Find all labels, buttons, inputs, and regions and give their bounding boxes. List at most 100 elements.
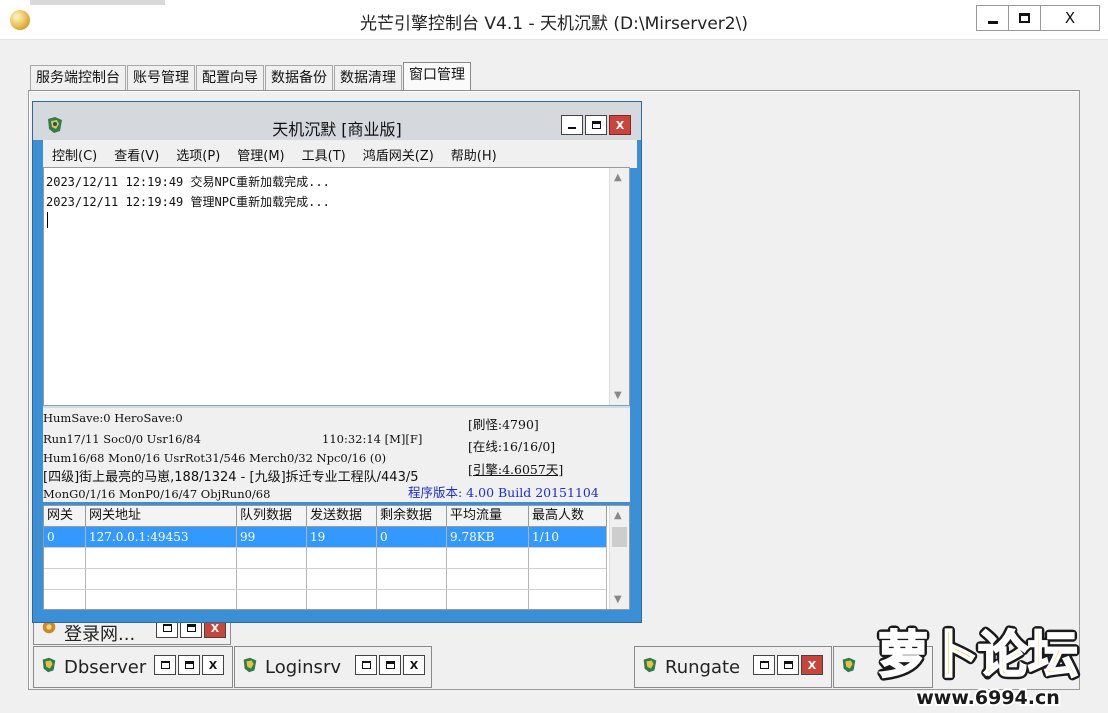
- status-engine: [引擎:4.6057天]: [468, 462, 564, 477]
- tab-server-console[interactable]: 服务端控制台: [30, 65, 126, 91]
- maximize-button[interactable]: [585, 115, 607, 135]
- close-button[interactable]: X: [801, 655, 823, 675]
- close-icon: X: [409, 658, 419, 672]
- menu-gateway[interactable]: 鸿盾网关(Z): [363, 145, 434, 164]
- watermark-logo: 萝卜论坛 萝卜论坛 www.6994.cn: [875, 623, 1082, 710]
- scroll-thumb[interactable]: [612, 527, 627, 547]
- column-header[interactable]: 队列数据: [237, 506, 307, 527]
- menu-help[interactable]: 帮助(H): [451, 145, 497, 164]
- column-header[interactable]: 发送数据: [307, 506, 377, 527]
- scroll-down-icon[interactable]: ▼: [614, 594, 622, 605]
- restore-button[interactable]: [355, 655, 377, 675]
- main-tabs: 服务端控制台 账号管理 配置向导 数据备份 数据清理 窗口管理: [30, 62, 472, 91]
- close-icon: X: [210, 621, 220, 635]
- status-humsave: HumSave:0 HeroSave:0: [43, 411, 183, 425]
- svg-text:萝卜论坛: 萝卜论坛: [878, 626, 1078, 684]
- maximize-icon: [783, 661, 793, 669]
- close-button[interactable]: X: [1041, 6, 1099, 30]
- minimize-icon: [987, 20, 998, 24]
- minimized-window-label: Loginsrv: [265, 657, 341, 678]
- maximize-icon: [591, 121, 601, 129]
- log-lines: 2023/12/11 12:19:49 交易NPC重新加载完成... 2023/…: [46, 172, 330, 212]
- top-strip: [30, 0, 165, 5]
- window-controls: X: [976, 5, 1100, 31]
- window-title-bar: 光芒引擎控制台 V4.1 - 天机沉默 (D:\Mirserver2\) X: [0, 0, 1108, 40]
- minimized-window-dbserver[interactable]: Dbserver X: [33, 646, 233, 688]
- column-header[interactable]: 最高人数: [529, 506, 607, 527]
- minimized-window-loginsrv[interactable]: Loginsrv X: [234, 646, 432, 688]
- restore-button[interactable]: [753, 655, 775, 675]
- table-cell: 0: [44, 527, 86, 548]
- table-scrollbar[interactable]: ▲ ▼: [609, 506, 629, 609]
- engine-icon: [842, 657, 856, 673]
- status-run: Run17/11 Soc0/0 Usr16/84: [43, 432, 201, 446]
- app-root: 光芒引擎控制台 V4.1 - 天机沉默 (D:\Mirserver2\) X 服…: [0, 0, 1108, 713]
- scroll-up-icon[interactable]: ▲: [614, 510, 622, 521]
- engine-window-buttons: X: [561, 115, 631, 135]
- restore-button[interactable]: [154, 655, 176, 675]
- status-time: 110:32:14 [M][F]: [322, 432, 423, 446]
- table-header: 网关 网关地址 队列数据 发送数据 剩余数据 平均流量 最高人数: [44, 506, 607, 527]
- column-header[interactable]: 网关: [44, 506, 86, 527]
- tab-account-management[interactable]: 账号管理: [127, 65, 195, 91]
- maximize-button[interactable]: [777, 655, 799, 675]
- status-mon: MonG0/1/16 MonP0/16/47 ObjRun0/68: [43, 487, 271, 501]
- minimized-window-buttons: X: [753, 655, 823, 675]
- column-header[interactable]: 网关地址: [86, 506, 237, 527]
- minimized-window-label: Rungate: [665, 657, 741, 678]
- restore-icon: [162, 624, 172, 632]
- tab-config-wizard[interactable]: 配置向导: [196, 65, 264, 91]
- log-line: 2023/12/11 12:19:49 交易NPC重新加载完成...: [46, 175, 330, 189]
- log-textarea[interactable]: 2023/12/11 12:19:49 交易NPC重新加载完成... 2023/…: [43, 167, 630, 406]
- column-header[interactable]: 平均流量: [447, 506, 529, 527]
- tab-data-backup[interactable]: 数据备份: [265, 65, 333, 91]
- minimize-button[interactable]: [977, 6, 1009, 30]
- minimized-window-buttons: X: [355, 655, 425, 675]
- scroll-up-icon[interactable]: ▲: [614, 172, 622, 183]
- close-icon: X: [615, 118, 625, 132]
- maximize-button[interactable]: [178, 655, 200, 675]
- minimize-button[interactable]: [561, 115, 583, 135]
- status-online: [在线:16/16/0]: [468, 439, 556, 454]
- svg-text:www.6994.cn: www.6994.cn: [916, 687, 1060, 709]
- close-icon: X: [208, 658, 218, 672]
- close-button[interactable]: X: [609, 115, 631, 135]
- restore-icon: [160, 661, 170, 669]
- menu-options[interactable]: 选项(P): [176, 145, 220, 164]
- minimized-window-rungate[interactable]: Rungate X: [634, 646, 832, 688]
- column-header[interactable]: 剩余数据: [377, 506, 447, 527]
- close-icon: X: [807, 658, 817, 672]
- program-version: 程序版本: 4.00 Build 20151104: [408, 485, 599, 500]
- tab-window-management[interactable]: 窗口管理: [403, 62, 471, 90]
- log-line: 2023/12/11 12:19:49 管理NPC重新加载完成...: [46, 195, 330, 209]
- text-caret: [47, 212, 48, 228]
- table-row[interactable]: 0 127.0.0.1:49453 99 19 0 9.78KB 1/10: [44, 527, 607, 548]
- table-cell: 0: [377, 527, 447, 548]
- table-cell: 99: [237, 527, 307, 548]
- maximize-button[interactable]: [379, 655, 401, 675]
- table-row-empty: [44, 590, 607, 609]
- menu-tools[interactable]: 工具(T): [302, 145, 346, 164]
- menu-manage[interactable]: 管理(M): [237, 145, 284, 164]
- table-cell: 1/10: [529, 527, 607, 548]
- gateway-table: 网关 网关地址 队列数据 发送数据 剩余数据 平均流量 最高人数 0 127.0…: [43, 505, 630, 610]
- menu-view[interactable]: 查看(V): [114, 145, 159, 164]
- close-icon: X: [1064, 9, 1076, 27]
- scroll-down-icon[interactable]: ▼: [614, 390, 622, 401]
- minimize-icon: [568, 127, 576, 129]
- menu-control[interactable]: 控制(C): [52, 145, 97, 164]
- status-hum: Hum16/68 Mon0/16 UsrRot31/546 Merch0/32 …: [43, 451, 387, 465]
- maximize-button[interactable]: [1009, 6, 1041, 30]
- restore-icon: [361, 661, 371, 669]
- status-rank: [四级]街上最亮的马崽,188/1324 - [九级]拆迁专业工程队/443/5: [43, 470, 419, 485]
- minimized-window-buttons: X: [154, 655, 224, 675]
- log-scrollbar[interactable]: ▲ ▼: [609, 168, 629, 405]
- maximize-icon: [1019, 13, 1030, 23]
- close-button[interactable]: X: [403, 655, 425, 675]
- maximize-icon: [385, 661, 395, 669]
- table-row-empty: [44, 548, 607, 569]
- tab-data-cleanup[interactable]: 数据清理: [334, 65, 402, 91]
- table-row-empty: [44, 569, 607, 590]
- close-button[interactable]: X: [202, 655, 224, 675]
- maximize-icon: [184, 661, 194, 669]
